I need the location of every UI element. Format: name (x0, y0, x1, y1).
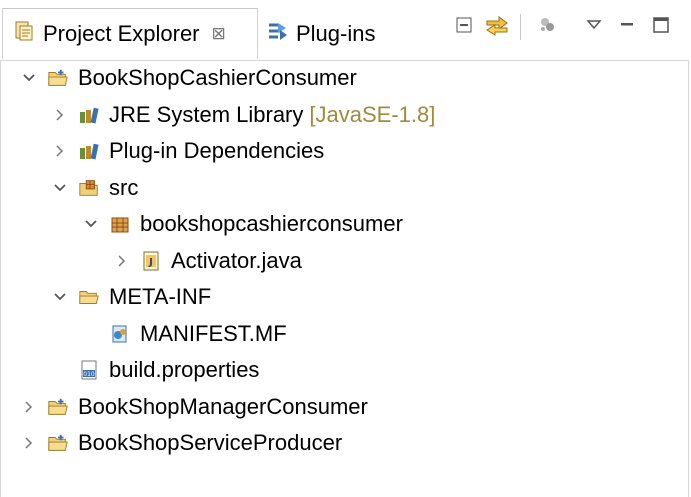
tree-item-label: BookShopServiceProducer (78, 430, 343, 455)
project-icon (47, 396, 69, 418)
svg-text:010: 010 (83, 371, 95, 378)
package-icon (109, 213, 131, 235)
tree-item[interactable]: bookshopcashierconsumer (81, 206, 403, 242)
source-folder-icon (78, 177, 100, 199)
tab-project-explorer[interactable]: Project Explorer ⊠ (2, 8, 258, 59)
tree-item-label: MANIFEST.MF (140, 320, 287, 346)
tree-item-label: Activator.java (171, 247, 302, 273)
tree-item[interactable]: BookShopManagerConsumer (19, 389, 368, 425)
tree-item[interactable]: Plug-in Dependencies (50, 133, 324, 169)
link-with-editor-icon (485, 14, 509, 41)
tree-item[interactable]: META-INF (50, 279, 211, 315)
project-icon (47, 67, 69, 89)
view-menu-button[interactable] (581, 14, 607, 40)
tree-item-label: src (109, 174, 139, 200)
close-icon[interactable]: ⊠ (212, 24, 226, 44)
collapse-twisty-icon[interactable] (19, 436, 39, 450)
tree-item-label: META-INF (109, 284, 212, 309)
tree-item[interactable]: src (50, 170, 138, 206)
properties-file-icon: 010 (78, 359, 100, 381)
maximize-button[interactable] (648, 14, 674, 40)
project-tree: BookShopCashierConsumer JRE System Librar… (0, 60, 689, 497)
java-file-icon: J (140, 250, 162, 272)
collapse-twisty-icon[interactable] (112, 254, 132, 268)
filter-icon (537, 15, 557, 40)
chevron-down-icon (586, 18, 602, 36)
collapse-all-icon (454, 15, 474, 40)
expand-twisty-icon[interactable] (50, 183, 70, 193)
library-icon (78, 140, 100, 162)
library-icon (78, 104, 100, 126)
maximize-icon (652, 16, 670, 39)
project-icon (47, 432, 69, 454)
collapse-twisty-icon[interactable] (50, 108, 70, 122)
filters-button[interactable] (534, 14, 560, 40)
tree-item[interactable]: BookShopCashierConsumer (19, 60, 357, 96)
minimize-icon (619, 18, 635, 36)
tab-project-explorer-label: Project Explorer (43, 21, 200, 46)
collapse-twisty-icon[interactable] (50, 144, 70, 158)
svg-text:J: J (148, 257, 153, 268)
tree-item-label: BookShopManagerConsumer (78, 393, 368, 419)
tree-item[interactable]: JRE System Library [JavaSE-1.8] (50, 97, 435, 133)
project-explorer-icon (13, 20, 35, 48)
tree-item[interactable]: BookShopServiceProducer (19, 425, 342, 461)
collapse-all-button[interactable] (451, 14, 477, 40)
plug-ins-icon (266, 20, 290, 48)
minimize-button[interactable] (614, 14, 640, 40)
tree-item[interactable]: 010 build.properties (50, 352, 259, 388)
tree-item-label: Plug-in Dependencies (109, 138, 325, 163)
link-with-editor-button[interactable] (484, 14, 510, 40)
tree-item-label: build.properties (109, 357, 260, 382)
tree-item[interactable]: J Activator.java (112, 243, 302, 279)
tab-plug-ins[interactable]: Plug-ins (264, 8, 375, 59)
view-tab-bar: Project Explorer ⊠ Plug-ins (0, 0, 689, 61)
expand-twisty-icon[interactable] (81, 219, 101, 229)
collapse-twisty-icon[interactable] (19, 400, 39, 414)
tree-item-label: BookShopCashierConsumer (78, 65, 357, 90)
toolbar-separator (520, 14, 521, 40)
tab-plug-ins-label: Plug-ins (296, 20, 376, 46)
tree-item-label: bookshopcashierconsumer (140, 211, 403, 236)
tree-item-label: JRE System Library (109, 101, 304, 127)
folder-icon (78, 286, 100, 308)
expand-twisty-icon[interactable] (50, 292, 70, 302)
tree-item-decoration: [JavaSE-1.8] (309, 101, 436, 127)
manifest-icon (109, 323, 131, 345)
tree-item[interactable]: MANIFEST.MF (81, 316, 287, 352)
expand-twisty-icon[interactable] (19, 73, 39, 83)
